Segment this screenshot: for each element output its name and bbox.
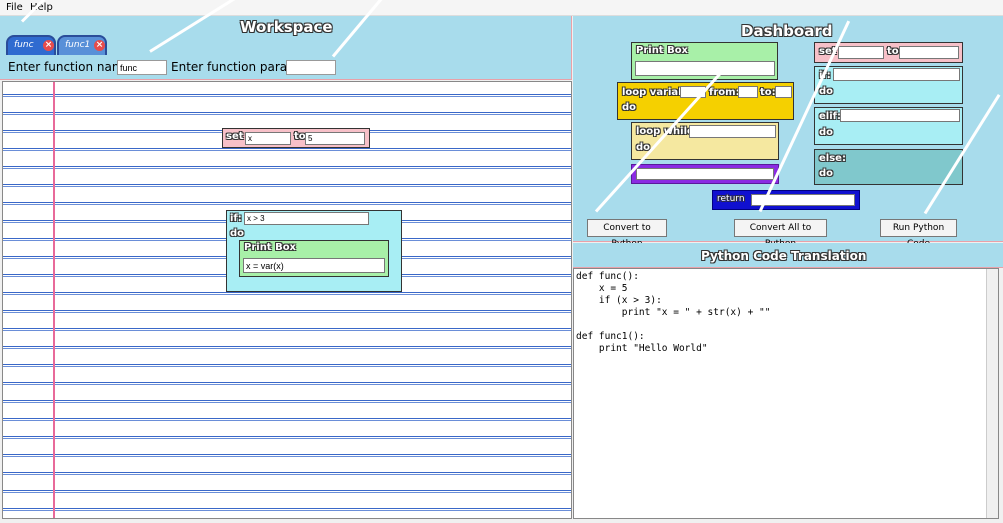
loop-do-label: do	[622, 102, 637, 113]
menu-file[interactable]: File	[6, 2, 23, 13]
tab-func[interactable]: func ×	[6, 35, 56, 55]
function-name-label: Enter function name:	[8, 60, 135, 74]
print-value-input[interactable]	[243, 258, 385, 273]
loop-from-label: from:	[709, 87, 740, 98]
menu-bar: File Help	[0, 0, 1003, 16]
dashboard-print-block[interactable]: Print Box	[631, 42, 778, 80]
loop-from-input[interactable]	[738, 86, 758, 98]
if-condition-input[interactable]	[244, 212, 369, 225]
if-condition-input[interactable]	[833, 68, 960, 81]
else-label: else:	[819, 153, 846, 164]
margin-line	[53, 82, 55, 518]
else-do-label: do	[819, 168, 834, 179]
set-to-label: to	[887, 46, 899, 57]
print-box-label: Print Box	[636, 45, 689, 56]
if-do-label: do	[819, 86, 834, 97]
run-python-code-button[interactable]: Run Python Code	[880, 219, 957, 249]
code-line: def func1():	[576, 331, 645, 342]
tab-label: func1	[65, 40, 91, 50]
tab-label: func	[14, 40, 34, 50]
elif-condition-input[interactable]	[840, 109, 960, 122]
function-params-input[interactable]	[286, 60, 336, 75]
convert-all-to-python-button[interactable]: Convert All to Python	[734, 219, 827, 249]
code-title: Python Code Translation	[701, 249, 867, 263]
set-variable-input[interactable]	[245, 132, 291, 145]
dashboard-else-block[interactable]: else: do	[814, 149, 963, 185]
loop-while-block[interactable]: loop while: do	[631, 122, 779, 160]
code-line: if (x > 3):	[576, 295, 662, 306]
set-to-label: to	[294, 131, 306, 142]
workspace-title: Workspace	[240, 18, 333, 36]
loop-to-input[interactable]	[775, 86, 792, 98]
print-block[interactable]: Print Box	[239, 240, 389, 277]
set-block[interactable]: set to	[222, 128, 370, 148]
if-label: if:	[230, 213, 242, 224]
set-value-input[interactable]	[899, 46, 959, 59]
function-name-input[interactable]	[117, 60, 167, 75]
elif-do-label: do	[819, 127, 834, 138]
convert-to-python-button[interactable]: Convert to Python	[587, 219, 667, 249]
code-header: Python Code Translation	[573, 243, 1003, 268]
workspace-canvas[interactable]: set to if: do Print Box	[2, 81, 572, 519]
workspace-header: Workspace func × func1 × Enter function …	[0, 16, 572, 80]
purple-block[interactable]	[631, 164, 779, 184]
loop-while-input[interactable]	[689, 125, 776, 138]
code-line: def func():	[576, 271, 639, 282]
code-scrollbar[interactable]	[986, 269, 998, 518]
return-block[interactable]: return	[712, 190, 860, 210]
elif-label: elif:	[819, 111, 841, 122]
close-icon[interactable]: ×	[94, 40, 105, 51]
set-value-input[interactable]	[305, 132, 365, 145]
set-variable-input[interactable]	[838, 46, 884, 59]
dashboard-title: Dashboard	[741, 22, 833, 40]
purple-input[interactable]	[636, 168, 774, 180]
if-block[interactable]: if: do Print Box	[226, 210, 402, 292]
code-output[interactable]: def func(): x = 5 if (x > 3): print "x =…	[573, 268, 999, 519]
code-line: print "Hello World"	[576, 343, 708, 354]
set-label: set	[226, 131, 244, 142]
print-input[interactable]	[635, 61, 775, 76]
return-label: return	[717, 194, 745, 204]
dashboard-if-block[interactable]: if: do	[814, 66, 963, 104]
code-line: print "x = " + str(x) + ""	[576, 307, 771, 318]
tab-func1[interactable]: func1 ×	[57, 35, 107, 55]
dashboard-panel: Dashboard Print Box loop variable from: …	[573, 16, 1003, 249]
print-box-label: Print Box	[244, 242, 297, 253]
do-label: do	[230, 228, 245, 239]
loop-to-label: to:	[760, 87, 776, 98]
close-icon[interactable]: ×	[43, 40, 54, 51]
dashboard-elif-block[interactable]: elif: do	[814, 107, 963, 145]
code-line: x = 5	[576, 283, 628, 294]
